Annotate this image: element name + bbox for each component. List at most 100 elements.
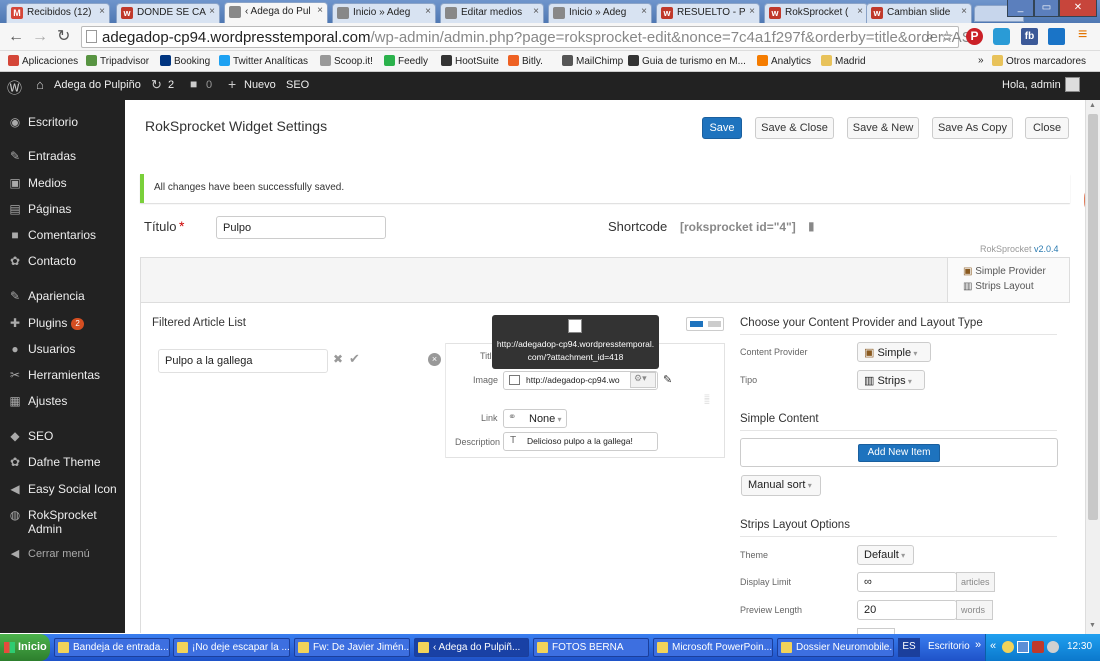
bookmark-item[interactable]: Scoop.it! <box>320 55 373 67</box>
toolbar-expand-icon[interactable]: » <box>975 639 981 651</box>
bookmark-item[interactable]: Booking <box>160 55 210 67</box>
scroll-up-icon[interactable]: ▲ <box>1089 102 1096 109</box>
view-toggle[interactable] <box>686 317 724 331</box>
close-tab-icon[interactable]: × <box>317 5 323 16</box>
drag-handle-icon[interactable]: ≡ ≡ <box>704 393 710 408</box>
remove-item-icon[interactable]: × <box>428 353 441 366</box>
scrollbar-thumb[interactable] <box>1088 114 1098 520</box>
pinterest-icon[interactable]: P <box>966 28 983 45</box>
taskbar-item[interactable]: ¡No deje escapar la ... <box>173 638 290 657</box>
close-button[interactable]: Close <box>1025 117 1069 139</box>
desktop-toolbar[interactable]: Escritorio <box>928 641 970 652</box>
sidebar-item[interactable]: ◆ SEO <box>8 429 53 443</box>
menu-icon[interactable]: ≡ <box>1078 26 1087 44</box>
preview-length-input[interactable]: 20 <box>857 600 957 620</box>
bookmark-item[interactable]: Aplicaciones <box>8 55 78 67</box>
page-scrollbar[interactable]: ▲ ▼ <box>1085 100 1100 634</box>
address-bar[interactable]: adegadop-cp94.wordpresstemporal.com/wp-a… <box>81 26 983 48</box>
sidebar-item[interactable]: ▣ Medios <box>8 176 66 190</box>
seo-link[interactable]: SEO <box>286 79 309 91</box>
grid-view-icon[interactable] <box>708 321 721 327</box>
forward-icon[interactable]: → <box>32 28 48 46</box>
sidebar-item[interactable]: ✚ Plugins 2 <box>8 316 84 330</box>
browser-tab[interactable]: ‹ Adega do Pul × <box>224 2 328 23</box>
browser-tab[interactable]: w RokSprocket (× <box>764 3 868 23</box>
restore-button[interactable]: ▭ <box>1034 0 1059 17</box>
back-icon[interactable]: ← <box>8 28 24 46</box>
extension-icon[interactable] <box>993 28 1010 45</box>
manual-sort-select[interactable]: Manual sort ▾ <box>741 475 821 496</box>
sidebar-item[interactable]: ✎ Entradas <box>8 149 76 163</box>
bookmark-item[interactable]: Madrid <box>821 55 866 67</box>
scroll-down-icon[interactable]: ▼ <box>1089 622 1096 629</box>
minimize-button[interactable]: _ <box>1007 0 1034 17</box>
browser-tab[interactable]: Inicio » Adeg × <box>332 3 436 23</box>
plus-icon[interactable]: + <box>228 76 236 92</box>
bookmark-item[interactable]: Twitter Analíticas <box>219 55 308 67</box>
browser-tab[interactable]: Inicio » Adeg × <box>548 3 652 23</box>
close-tab-icon[interactable]: × <box>209 6 215 17</box>
save-button[interactable]: Save <box>702 117 742 139</box>
sidebar-item[interactable]: ● Usuarios <box>8 342 75 356</box>
zoom-search-icon[interactable]: ⌕ <box>926 28 934 45</box>
theme-select[interactable]: Default ▾ <box>857 545 914 565</box>
save-new-button[interactable]: Save & New <box>847 117 919 139</box>
tray-expand-icon[interactable]: « <box>990 640 996 652</box>
new-content-link[interactable]: Nuevo <box>244 79 276 91</box>
close-tab-icon[interactable]: × <box>641 6 647 17</box>
description-field[interactable]: T Delicioso pulpo a la gallega! <box>503 432 658 451</box>
sidebar-item[interactable]: ◍ RokSprocket Admin <box>8 508 97 536</box>
greeting-link[interactable]: Hola, admin <box>1002 79 1061 91</box>
reload-icon[interactable]: ↻ <box>57 28 70 46</box>
sidebar-item[interactable]: ◉ Escritorio <box>8 115 78 129</box>
antivirus-icon[interactable] <box>1032 641 1044 653</box>
facebook-icon[interactable]: fb <box>1021 28 1038 45</box>
sidebar-item[interactable]: ✂ Herramientas <box>8 368 100 382</box>
link-select[interactable]: ⚭ None ▾ <box>503 409 567 428</box>
tipo-select[interactable]: ▥ Strips ▾ <box>857 370 925 390</box>
sidebar-item[interactable]: ✿ Contacto <box>8 254 76 268</box>
network-icon[interactable] <box>1017 641 1029 653</box>
list-view-icon[interactable] <box>690 321 703 327</box>
sidebar-item[interactable]: ✿ Dafne Theme <box>8 455 101 469</box>
updates-icon[interactable]: ↻ <box>151 77 162 93</box>
extension-icon[interactable] <box>1048 28 1065 45</box>
bookmark-star-icon[interactable]: ☆ <box>940 27 954 47</box>
comments-icon[interactable]: ■ <box>190 77 197 91</box>
close-tab-icon[interactable]: × <box>749 6 755 17</box>
save-close-button[interactable]: Save & Close <box>755 117 834 139</box>
bookmark-item[interactable]: MailChimp <box>562 55 623 67</box>
close-window-button[interactable]: ✕ <box>1059 0 1097 17</box>
close-tab-icon[interactable]: × <box>857 6 863 17</box>
taskbar-item[interactable]: FOTOS BERNA <box>533 638 649 657</box>
close-tab-icon[interactable]: × <box>99 6 105 17</box>
language-indicator[interactable]: ES <box>898 638 920 657</box>
close-tab-icon[interactable]: × <box>961 6 967 17</box>
add-new-item-button[interactable]: Add New Item <box>858 444 940 462</box>
bookmark-item[interactable]: Guia de turismo en M... <box>628 55 746 67</box>
sidebar-item[interactable]: ■ Comentarios <box>8 228 96 242</box>
taskbar-item[interactable]: Dossier Neuromobile... <box>777 638 894 657</box>
browser-tab[interactable]: w RESUELTO - P × <box>656 3 760 23</box>
copy-clipboard-icon[interactable]: ▮ <box>808 219 815 233</box>
tray-app-icon[interactable] <box>1002 641 1014 653</box>
wordpress-logo-icon[interactable]: Ⓦ <box>7 77 22 98</box>
sidebar-item[interactable]: ▦ Ajustes <box>8 394 67 408</box>
bookmark-item[interactable]: HootSuite <box>441 55 499 67</box>
close-tab-icon[interactable]: × <box>533 6 539 17</box>
browser-tab[interactable]: Editar medios × <box>440 3 544 23</box>
start-button[interactable]: Inicio <box>0 634 50 661</box>
avatar[interactable] <box>1065 77 1080 92</box>
confirm-icon[interactable]: ✔ <box>349 351 360 367</box>
taskbar-item[interactable]: ‹ Adega do Pulpiñ... <box>414 638 529 657</box>
bookmark-item[interactable]: Bitly. <box>508 55 543 67</box>
save-as-copy-button[interactable]: Save As Copy <box>932 117 1013 139</box>
cancel-icon[interactable]: ✖ <box>333 352 343 366</box>
taskbar-item[interactable]: Microsoft PowerPoin... <box>653 638 773 657</box>
comments-count[interactable]: 0 <box>206 79 212 91</box>
browser-tab[interactable]: w Cambian slide × <box>866 3 972 23</box>
sidebar-item[interactable]: ◀ Easy Social Icon <box>8 482 116 496</box>
taskbar-item[interactable]: Bandeja de entrada... <box>54 638 170 657</box>
volume-icon[interactable] <box>1047 641 1059 653</box>
sidebar-item[interactable]: ✎ Apariencia <box>8 289 85 303</box>
